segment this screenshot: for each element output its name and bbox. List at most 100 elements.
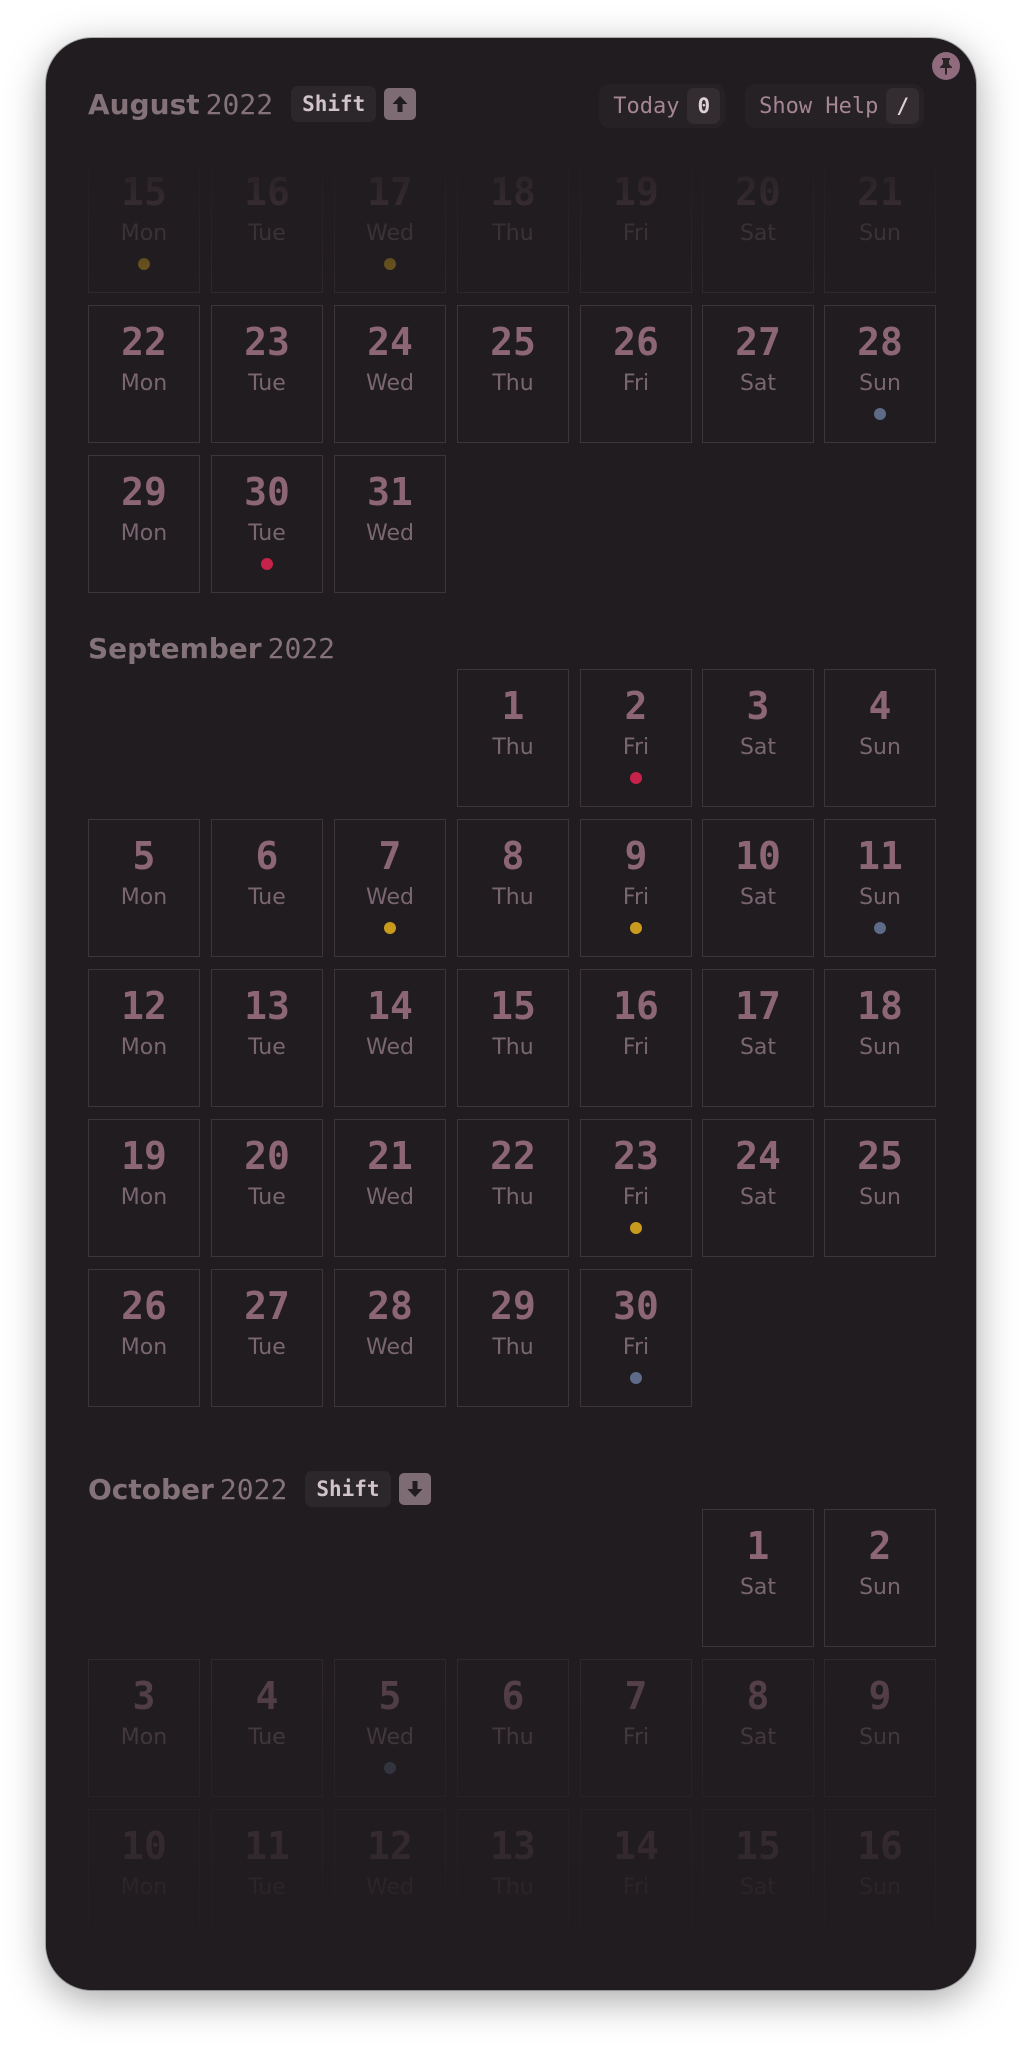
day-number: 27 xyxy=(735,320,781,364)
day-cell-august-16[interactable]: 16 Tue xyxy=(211,155,323,293)
day-cell-september-14[interactable]: 14 Wed xyxy=(334,969,446,1107)
shift-up-shortcut[interactable]: Shift xyxy=(291,86,417,122)
day-cell-september-1[interactable]: 1 Thu xyxy=(457,669,569,807)
day-cell-october-7[interactable]: 7 Fri xyxy=(580,1659,692,1797)
day-cell-august-21[interactable]: 21 Sun xyxy=(824,155,936,293)
day-cell-september-10[interactable]: 10 Sat xyxy=(702,819,814,957)
day-cell-september-15[interactable]: 15 Thu xyxy=(457,969,569,1107)
day-cell-august-22[interactable]: 22 Mon xyxy=(88,305,200,443)
day-cell-october-9[interactable]: 9 Sun xyxy=(824,1659,936,1797)
day-cell-september-3[interactable]: 3 Sat xyxy=(702,669,814,807)
day-cell-september-8[interactable]: 8 Thu xyxy=(457,819,569,957)
shift-down-shortcut[interactable]: Shift xyxy=(305,1471,431,1507)
day-cell-september-4[interactable]: 4 Sun xyxy=(824,669,936,807)
day-number: 3 xyxy=(746,684,770,728)
day-cell-august-28[interactable]: 28 Sun xyxy=(824,305,936,443)
today-label: Today xyxy=(613,93,680,119)
day-cell-september-6[interactable]: 6 Tue xyxy=(211,819,323,957)
day-cell-august-17[interactable]: 17 Wed xyxy=(334,155,446,293)
day-number: 28 xyxy=(367,1284,413,1328)
month-title: August 2022 xyxy=(88,88,273,121)
day-cell-september-13[interactable]: 13 Tue xyxy=(211,969,323,1107)
day-cell-september-27[interactable]: 27 Tue xyxy=(211,1269,323,1407)
day-number: 1 xyxy=(746,1524,770,1568)
day-weekday: Sun xyxy=(859,221,901,246)
day-cell-october-4[interactable]: 4 Tue xyxy=(211,1659,323,1797)
event-dot-red xyxy=(261,558,273,570)
day-cell-october-11[interactable]: 11 Tue xyxy=(211,1809,323,1947)
day-cell-september-17[interactable]: 17 Sat xyxy=(702,969,814,1107)
day-weekday: Fri xyxy=(622,735,650,760)
today-shortcut-key: 0 xyxy=(687,88,721,124)
day-cell-september-28[interactable]: 28 Wed xyxy=(334,1269,446,1407)
day-weekday: Mon xyxy=(120,1875,168,1900)
day-weekday: Wed xyxy=(366,1335,414,1360)
event-dot-red xyxy=(630,772,642,784)
day-cell-august-19[interactable]: 19 Fri xyxy=(580,155,692,293)
day-cell-october-1[interactable]: 1 Sat xyxy=(702,1509,814,1647)
day-cell-october-14[interactable]: 14 Fri xyxy=(580,1809,692,1947)
day-cell-august-23[interactable]: 23 Tue xyxy=(211,305,323,443)
day-weekday: Sun xyxy=(859,885,901,910)
day-number: 30 xyxy=(613,1284,659,1328)
month-title: September 2022 xyxy=(88,632,335,665)
day-number: 6 xyxy=(255,834,279,878)
day-cell-october-10[interactable]: 10 Mon xyxy=(88,1809,200,1947)
day-weekday: Sat xyxy=(739,221,777,246)
day-cell-october-2[interactable]: 2 Sun xyxy=(824,1509,936,1647)
day-cell-august-20[interactable]: 20 Sat xyxy=(702,155,814,293)
day-weekday: Sun xyxy=(859,1725,901,1750)
day-cell-august-24[interactable]: 24 Wed xyxy=(334,305,446,443)
day-cell-august-30[interactable]: 30 Tue xyxy=(211,455,323,593)
day-weekday: Fri xyxy=(622,221,650,246)
day-weekday: Sat xyxy=(739,371,777,396)
day-cell-august-25[interactable]: 25 Thu xyxy=(457,305,569,443)
day-cell-september-23[interactable]: 23 Fri xyxy=(580,1119,692,1257)
day-number: 29 xyxy=(121,470,167,514)
month-header-september: September 2022 xyxy=(88,627,335,669)
day-cell-september-24[interactable]: 24 Sat xyxy=(702,1119,814,1257)
day-weekday: Mon xyxy=(120,885,168,910)
day-cell-october-6[interactable]: 6 Thu xyxy=(457,1659,569,1797)
day-cell-september-9[interactable]: 9 Fri xyxy=(580,819,692,957)
day-cell-september-7[interactable]: 7 Wed xyxy=(334,819,446,957)
day-cell-august-29[interactable]: 29 Mon xyxy=(88,455,200,593)
day-weekday: Sat xyxy=(739,1185,777,1210)
day-cell-september-20[interactable]: 20 Tue xyxy=(211,1119,323,1257)
day-cell-september-5[interactable]: 5 Mon xyxy=(88,819,200,957)
day-cell-september-22[interactable]: 22 Thu xyxy=(457,1119,569,1257)
day-cell-october-8[interactable]: 8 Sat xyxy=(702,1659,814,1797)
day-weekday: Sun xyxy=(859,1035,901,1060)
day-cell-october-15[interactable]: 15 Sat xyxy=(702,1809,814,1947)
day-weekday: Thu xyxy=(492,885,534,910)
day-cell-september-16[interactable]: 16 Fri xyxy=(580,969,692,1107)
day-cell-august-26[interactable]: 26 Fri xyxy=(580,305,692,443)
month-year: 2022 xyxy=(205,87,274,121)
day-cell-october-13[interactable]: 13 Thu xyxy=(457,1809,569,1947)
day-cell-october-16[interactable]: 16 Sun xyxy=(824,1809,936,1947)
day-cell-september-25[interactable]: 25 Sun xyxy=(824,1119,936,1257)
today-button[interactable]: Today 0 xyxy=(599,84,726,128)
day-cell-september-18[interactable]: 18 Sun xyxy=(824,969,936,1107)
day-cell-october-3[interactable]: 3 Mon xyxy=(88,1659,200,1797)
day-cell-september-19[interactable]: 19 Mon xyxy=(88,1119,200,1257)
show-help-button[interactable]: Show Help / xyxy=(745,84,924,128)
day-cell-october-12[interactable]: 12 Wed xyxy=(334,1809,446,1947)
day-weekday: Tue xyxy=(248,521,286,546)
day-cell-september-11[interactable]: 11 Sun xyxy=(824,819,936,957)
day-cell-september-2[interactable]: 2 Fri xyxy=(580,669,692,807)
day-cell-september-30[interactable]: 30 Fri xyxy=(580,1269,692,1407)
day-cell-august-31[interactable]: 31 Wed xyxy=(334,455,446,593)
day-weekday: Fri xyxy=(622,885,650,910)
day-cell-august-18[interactable]: 18 Thu xyxy=(457,155,569,293)
pin-icon[interactable] xyxy=(932,52,960,80)
day-number: 9 xyxy=(868,1674,892,1718)
day-cell-september-12[interactable]: 12 Mon xyxy=(88,969,200,1107)
day-cell-september-26[interactable]: 26 Mon xyxy=(88,1269,200,1407)
day-cell-august-27[interactable]: 27 Sat xyxy=(702,305,814,443)
day-number: 12 xyxy=(367,1824,413,1868)
day-cell-september-21[interactable]: 21 Wed xyxy=(334,1119,446,1257)
day-cell-august-15[interactable]: 15 Mon xyxy=(88,155,200,293)
day-cell-september-29[interactable]: 29 Thu xyxy=(457,1269,569,1407)
day-cell-october-5[interactable]: 5 Wed xyxy=(334,1659,446,1797)
